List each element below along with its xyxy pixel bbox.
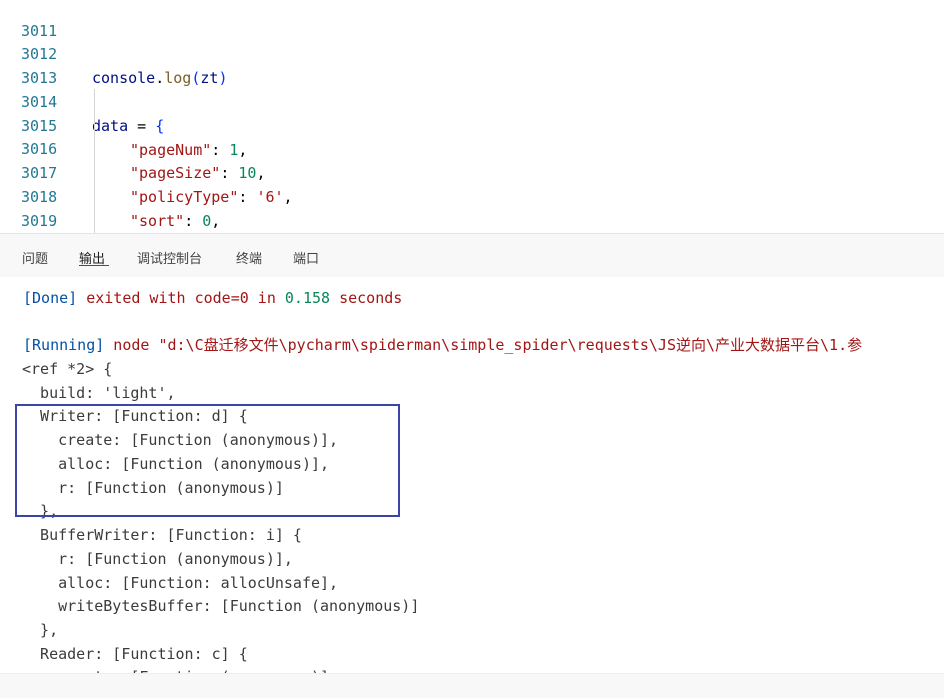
tab-ports[interactable]: 端口: [293, 248, 319, 267]
output-obj-line: },: [22, 621, 59, 639]
done-tag: [Done]: [23, 289, 78, 307]
output-obj-line: writeBytesBuffer: [Function (anonymous)]: [22, 597, 420, 615]
done-message: exited with code=0 in: [77, 289, 285, 307]
code-line: 3013: [0, 42, 944, 87]
code-editor[interactable]: 3011 3012 console.log(zt) 3013 3014 data…: [0, 0, 944, 233]
output-line-running: [Running] node "d:\C盘迁移文件\pycharm\spider…: [23, 333, 862, 357]
output-obj-line: create: [Function (anonymous)],: [22, 665, 338, 673]
code-line: 3019 "centralId": "",: [0, 185, 944, 230]
code-line: 3017 "policyType": '6',: [0, 137, 944, 206]
code-line: 3020 "province": "",: [0, 208, 944, 232]
code-line: 3012 console.log(zt): [0, 18, 944, 87]
done-unit: seconds: [330, 289, 403, 307]
panel-tab-bar: 问题 输出 调试控制台 终端 端口: [0, 233, 944, 278]
code-line: 3018 "sort": 0,: [0, 161, 944, 230]
running-tag: [Running]: [23, 336, 105, 354]
horizontal-scrollbar[interactable]: [0, 673, 944, 698]
running-command: node "d:\C盘迁移文件\pycharm\spiderman\simple…: [104, 336, 863, 354]
code-line: 3016 "pageSize": 10,: [0, 113, 944, 182]
tab-problems[interactable]: 问题: [22, 248, 48, 267]
output-obj-line: Reader: [Function: c] {: [22, 645, 248, 663]
output-obj-line: <ref *2> {: [22, 360, 113, 378]
output-obj-line: alloc: [Function: allocUnsafe],: [22, 574, 339, 592]
tab-debug-console[interactable]: 调试控制台: [137, 248, 202, 267]
highlight-box: [15, 404, 400, 517]
tab-terminal[interactable]: 终端: [236, 248, 262, 267]
code-line: 3011: [0, 0, 944, 40]
output-line-done: [Done] exited with code=0 in 0.158 secon…: [23, 286, 402, 310]
output-obj-line: r: [Function (anonymous)],: [22, 550, 293, 568]
code-line: 3015 "pageNum": 1,: [0, 90, 944, 159]
code-line: 3014 data = {: [0, 66, 944, 135]
output-obj-line: build: 'light',: [22, 384, 176, 402]
active-tab-indicator: [79, 265, 109, 266]
done-time: 0.158: [284, 289, 331, 307]
indent-guide: [94, 89, 95, 233]
output-obj-line: BufferWriter: [Function: i] {: [22, 526, 302, 544]
